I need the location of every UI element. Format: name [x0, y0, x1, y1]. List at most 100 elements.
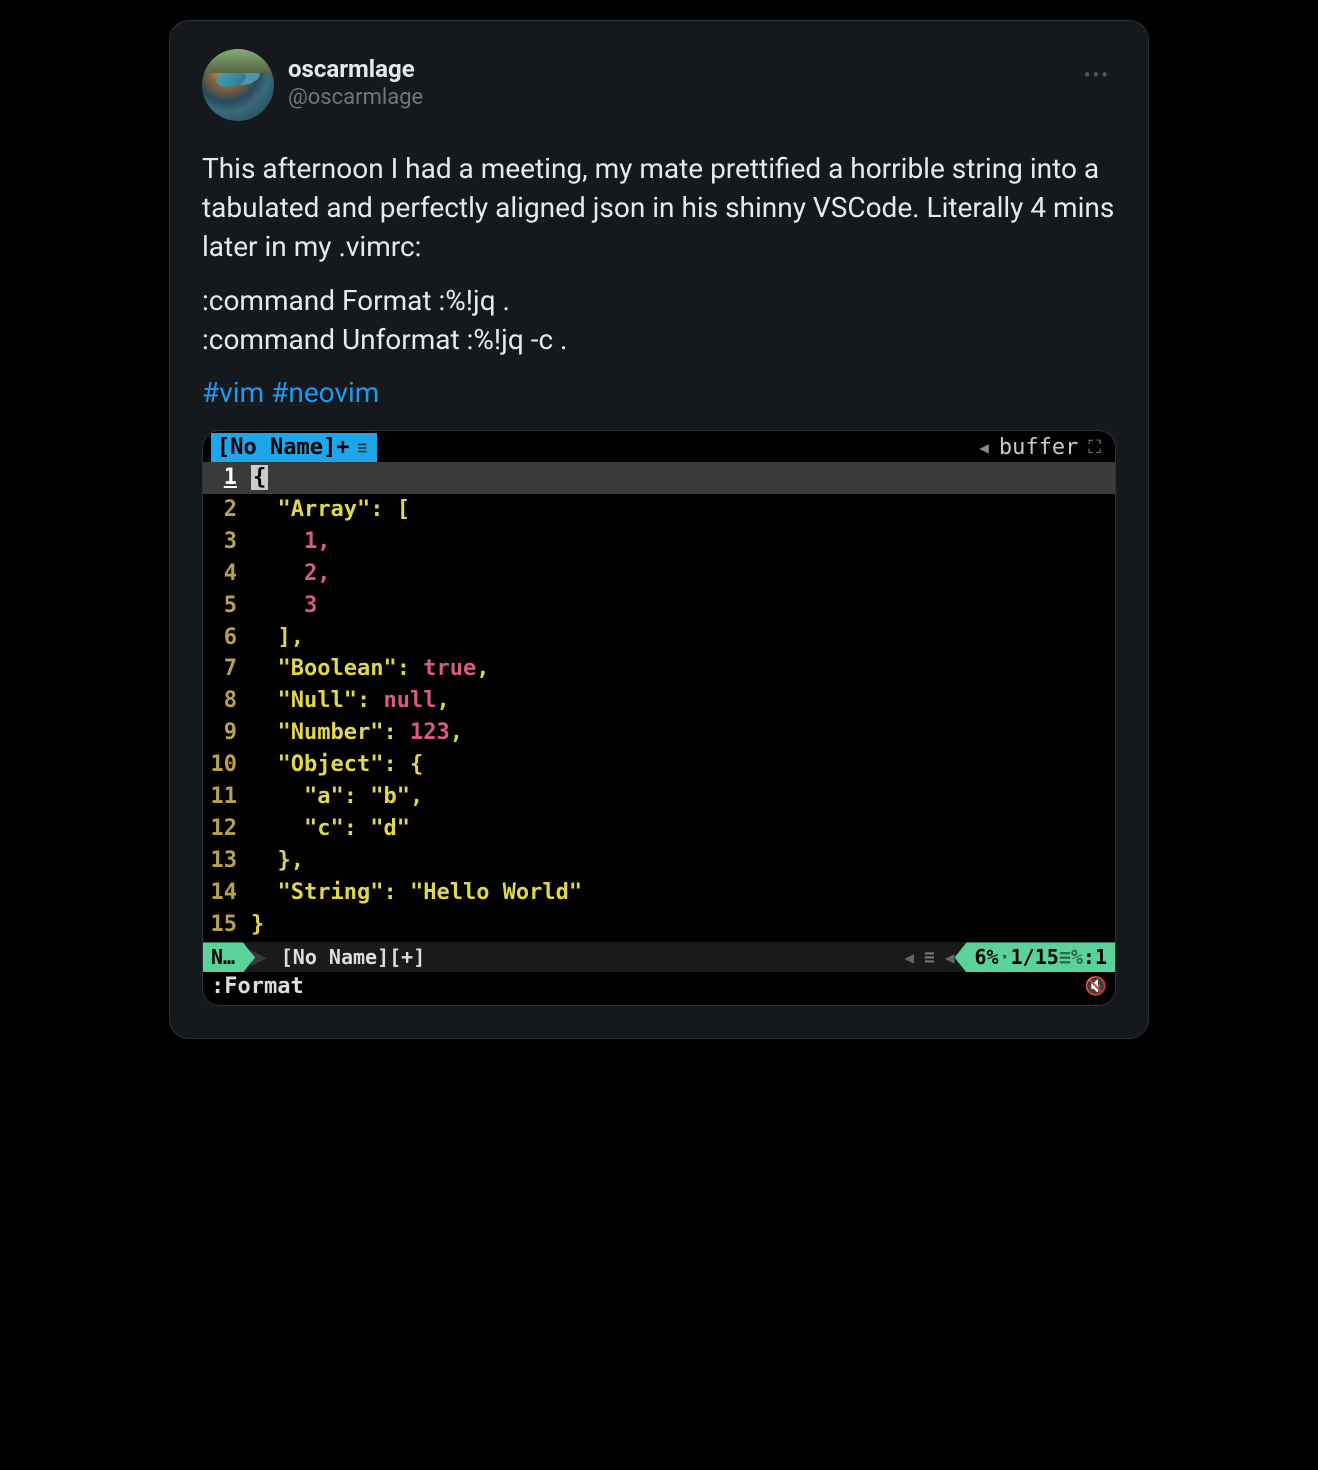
- code-line: 14 "String": "Hello World": [203, 877, 1115, 909]
- line-number: 14: [203, 877, 251, 909]
- hashtag-link[interactable]: #neovim: [271, 376, 379, 409]
- display-name: oscarmlage: [288, 55, 423, 84]
- code-line: 15}: [203, 909, 1115, 941]
- code-line: 2 "Array": [: [203, 494, 1115, 526]
- statusline-right: ◀ ≡ ◀: [904, 947, 954, 968]
- punct: :: [344, 784, 371, 809]
- punct: ,: [410, 784, 423, 809]
- json-key: "Null": [278, 688, 357, 713]
- code-line: 4 2,: [203, 558, 1115, 590]
- line-number: 4: [203, 558, 251, 590]
- punct: : {: [383, 752, 423, 777]
- terminal-embed: [No Name]+ ≡ ◀ buffer ⛶ 1{ 2 "Array": [ …: [202, 430, 1116, 1006]
- line-number: 12: [203, 813, 251, 845]
- code-line: 3 1,: [203, 526, 1115, 558]
- buffer-label: buffer: [999, 435, 1078, 460]
- chevron-left-icon: ◀: [945, 948, 955, 967]
- tweet-paragraph: This afternoon I had a meeting, my mate …: [202, 149, 1116, 267]
- code-line: 12 "c": "d": [203, 813, 1115, 845]
- json-number: 123: [410, 720, 450, 745]
- json-keyword: true: [423, 656, 476, 681]
- author-names[interactable]: oscarmlage @oscarmlage: [288, 49, 423, 112]
- terminal-top-right: ◀ buffer ⛶: [979, 435, 1107, 460]
- statusline-filename: [No Name][+]: [267, 945, 440, 969]
- terminal-tabbar: [No Name]+ ≡ ◀ buffer ⛶: [203, 431, 1115, 462]
- line-number: 13: [203, 845, 251, 877]
- punct: :: [383, 720, 410, 745]
- json-key: "Boolean": [278, 656, 397, 681]
- json-keyword: null: [383, 688, 436, 713]
- code-line: 6 ],: [203, 622, 1115, 654]
- json-key: "a": [304, 784, 344, 809]
- more-menu-icon[interactable]: •••: [1078, 59, 1116, 91]
- code-line: 1{: [203, 462, 1115, 494]
- punct: :: [397, 656, 424, 681]
- code-line: 5 3: [203, 590, 1115, 622]
- json-key: "c": [304, 816, 344, 841]
- line-number: 5: [203, 590, 251, 622]
- filetype-icon: ≡: [924, 947, 935, 968]
- punct: ,: [450, 720, 463, 745]
- punct: : [: [370, 497, 410, 522]
- code-line: 13 },: [203, 845, 1115, 877]
- cursor: {: [251, 465, 268, 490]
- command-text: :Format: [211, 974, 304, 999]
- punct: },: [278, 848, 305, 873]
- terminal-tab[interactable]: [No Name]+ ≡: [211, 433, 377, 462]
- punct: :: [383, 880, 410, 905]
- json-number: 1,: [304, 529, 331, 554]
- line-number: 2: [203, 494, 251, 526]
- tweet-hashtags: #vim #neovim: [202, 373, 1116, 412]
- hashtag-link[interactable]: #vim: [202, 376, 264, 409]
- json-number: 3: [304, 593, 317, 618]
- mode-indicator: N…: [203, 942, 255, 972]
- code-line: 11 "a": "b",: [203, 781, 1115, 813]
- line-number: 9: [203, 717, 251, 749]
- punct: ],: [278, 625, 305, 650]
- position-pct: 6%: [975, 945, 999, 969]
- command-line[interactable]: :Format 🔇: [203, 972, 1115, 1005]
- json-number: 2,: [304, 561, 331, 586]
- tweet-card: oscarmlage @oscarmlage ••• This afternoo…: [169, 20, 1149, 1039]
- line-number: 7: [203, 653, 251, 685]
- tweet-code-line: :command Unformat :%!jq -c .: [202, 323, 567, 356]
- punct: ,: [476, 656, 489, 681]
- punct: }: [251, 912, 264, 937]
- punct: :: [357, 688, 384, 713]
- tweet-header: oscarmlage @oscarmlage •••: [202, 49, 1116, 121]
- position-line: 1/15: [1011, 945, 1059, 969]
- json-string: "b": [370, 784, 410, 809]
- expand-icon[interactable]: ⛶: [1088, 437, 1101, 458]
- code-area: 1{ 2 "Array": [ 3 1, 4 2, 5 3 6 ], 7 "Bo…: [203, 462, 1115, 942]
- line-number: 6: [203, 622, 251, 654]
- punct: :: [344, 816, 371, 841]
- tweet-code-line: :command Format :%!jq .: [202, 284, 510, 317]
- code-line: 9 "Number": 123,: [203, 717, 1115, 749]
- line-number: 11: [203, 781, 251, 813]
- json-key: "String": [278, 880, 384, 905]
- handle: @oscarmlage: [288, 84, 423, 113]
- tweet-code-lines: :command Format :%!jq . :command Unforma…: [202, 281, 1116, 359]
- position-col: :1: [1083, 945, 1107, 969]
- punct: ,: [436, 688, 449, 713]
- code-line: 7 "Boolean": true,: [203, 653, 1115, 685]
- chevron-left-icon: ◀: [904, 948, 914, 967]
- tweet-body: This afternoon I had a meeting, my mate …: [202, 149, 1116, 412]
- json-key: "Object": [278, 752, 384, 777]
- chevron-left-icon: ◀: [979, 438, 989, 457]
- line-number: 3: [203, 526, 251, 558]
- code-line: 10 "Object": {: [203, 749, 1115, 781]
- json-key: "Number": [278, 720, 384, 745]
- statusline: N… ▶ [No Name][+] ◀ ≡ ◀ 6%·1/15≡%:1: [203, 942, 1115, 972]
- line-number: 1: [203, 462, 251, 494]
- json-key: "Array": [278, 497, 371, 522]
- json-string: "Hello World": [410, 880, 582, 905]
- code-line: 8 "Null": null,: [203, 685, 1115, 717]
- line-number: 15: [203, 909, 251, 941]
- line-number: 8: [203, 685, 251, 717]
- mute-icon[interactable]: 🔇: [1085, 976, 1107, 997]
- avatar[interactable]: [202, 49, 274, 121]
- tab-glyph-icon: ≡: [357, 438, 367, 457]
- tab-label: [No Name]+: [217, 435, 349, 460]
- position-indicator: 6%·1/15≡%:1: [955, 942, 1116, 972]
